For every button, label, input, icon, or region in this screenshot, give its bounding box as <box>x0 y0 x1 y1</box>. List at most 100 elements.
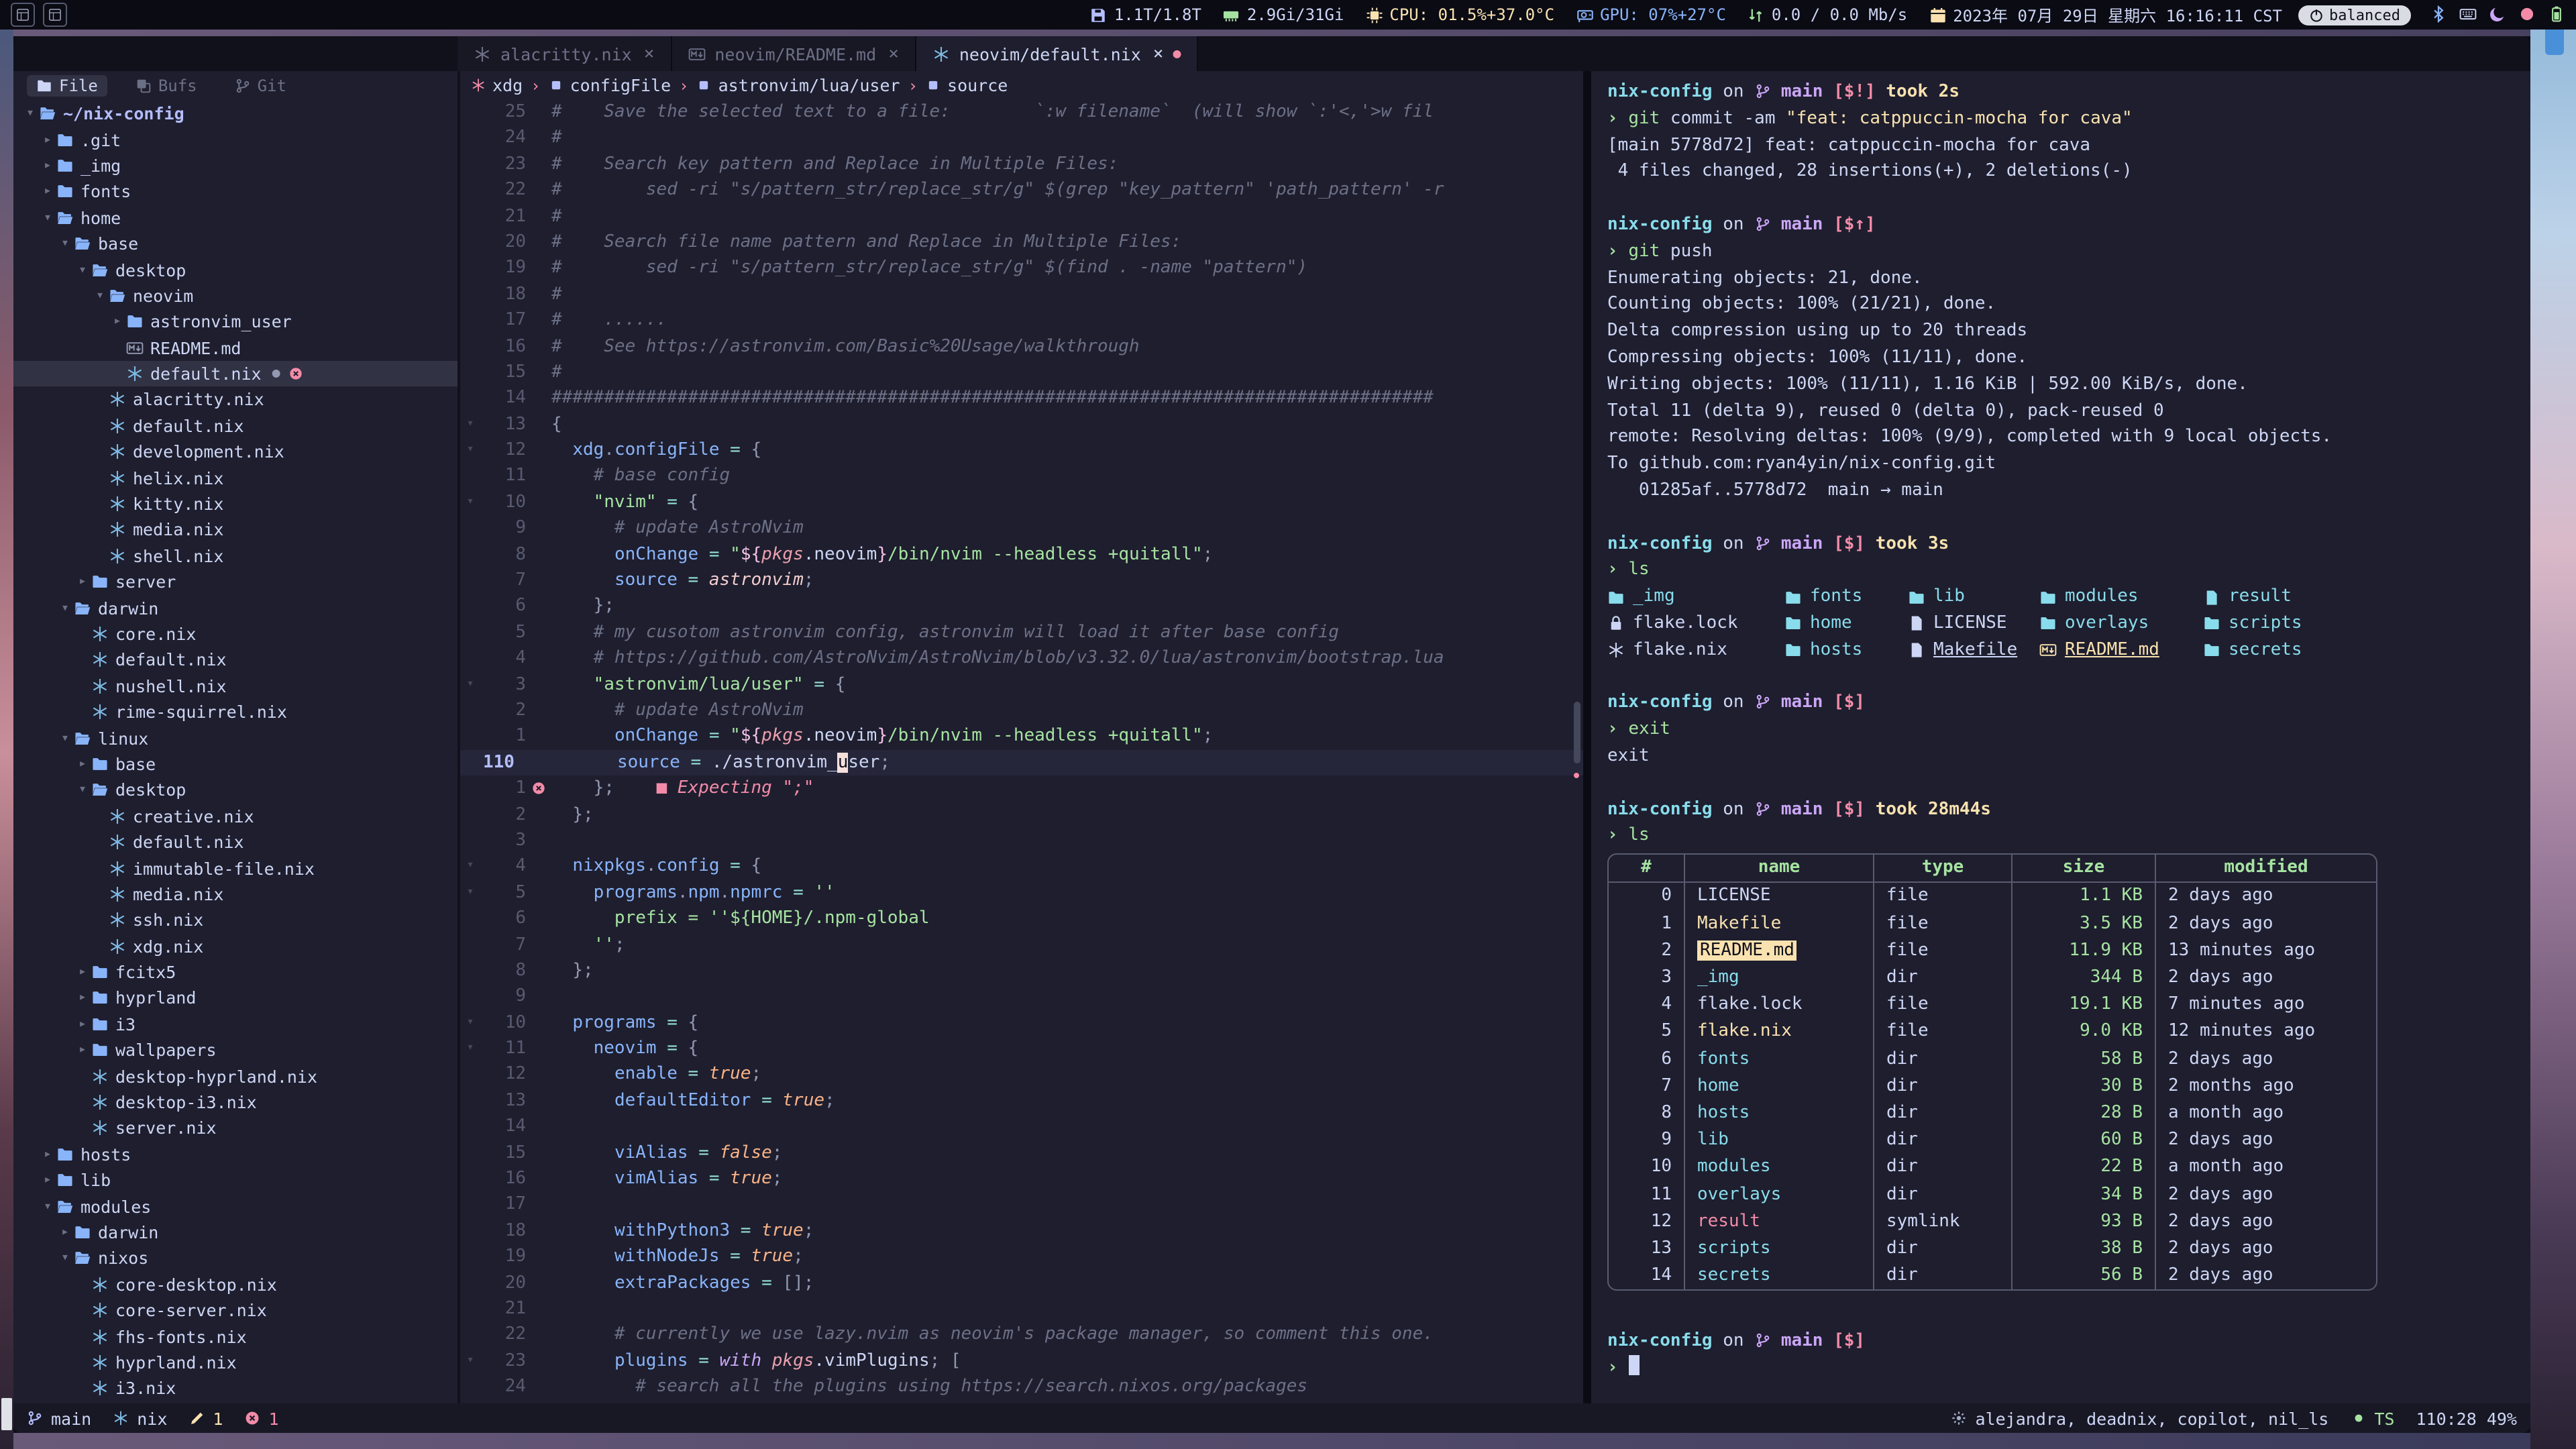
chevron-right-icon[interactable]: ▸ <box>39 1173 56 1187</box>
tree-item[interactable]: development.nix <box>13 439 458 465</box>
neotree-tab-file[interactable]: File <box>27 74 107 96</box>
breadcrumb-item[interactable]: astronvim/lua/user <box>697 75 900 95</box>
chevron-right-icon[interactable]: ▸ <box>74 574 91 589</box>
tree-item[interactable]: ▸darwin <box>13 1220 458 1246</box>
chevron-down-icon[interactable]: ▾ <box>56 236 74 251</box>
tree-item[interactable]: ▸i3 <box>13 1011 458 1037</box>
neotree-items[interactable]: ▾~/nix-config▸.git▸_img▸fonts▾home▾base▾… <box>13 99 458 1403</box>
chevron-down-icon[interactable]: ▾ <box>74 783 91 798</box>
chevron-right-icon[interactable]: ▸ <box>74 991 91 1006</box>
buffer-tab[interactable]: neovim/default.nix×● <box>916 36 1199 71</box>
fold-chevron-icon[interactable]: ▾ <box>460 1348 480 1375</box>
tree-item[interactable]: server.nix <box>13 1115 458 1141</box>
tree-item[interactable]: README.md <box>13 335 458 361</box>
tree-item[interactable]: ▾desktop <box>13 777 458 803</box>
tree-item[interactable]: default.nix <box>13 413 458 439</box>
tree-item[interactable]: ▸.git <box>13 127 458 153</box>
fold-chevron-icon[interactable]: ▾ <box>460 1010 480 1036</box>
tree-item[interactable]: ▾neovim <box>13 282 458 309</box>
tree-item[interactable]: core-server.nix <box>13 1297 458 1324</box>
chevron-down-icon[interactable]: ▾ <box>21 106 39 121</box>
tree-item[interactable]: ▾modules <box>13 1193 458 1220</box>
tree-item[interactable]: default.nix <box>13 829 458 855</box>
chevron-down-icon[interactable]: ▾ <box>74 262 91 277</box>
fold-chevron-icon[interactable]: ▾ <box>460 490 480 516</box>
fold-chevron-icon[interactable]: ▾ <box>460 854 480 880</box>
fold-chevron-icon[interactable]: ▾ <box>460 672 480 698</box>
tree-item[interactable]: ▸fcitx5 <box>13 959 458 985</box>
tree-item[interactable]: ▸hosts <box>13 1141 458 1167</box>
tree-item[interactable]: rime-squirrel.nix <box>13 699 458 725</box>
fold-chevron-icon[interactable]: ▾ <box>460 879 480 906</box>
chevron-right-icon[interactable]: ▸ <box>39 184 56 199</box>
tree-item[interactable]: ▾home <box>13 205 458 231</box>
tree-item[interactable]: i3.nix <box>13 1375 458 1401</box>
tree-item[interactable]: ▸astronvim_user <box>13 309 458 335</box>
chevron-down-icon[interactable]: ▾ <box>39 211 56 225</box>
tree-item[interactable]: core.nix <box>13 621 458 647</box>
tree-item[interactable]: ▾desktop <box>13 257 458 283</box>
close-icon[interactable]: × <box>1153 44 1164 64</box>
tree-item[interactable]: ssh.nix <box>13 907 458 933</box>
tree-item[interactable]: desktop-i3.nix <box>13 1089 458 1116</box>
chevron-right-icon[interactable]: ▸ <box>39 1147 56 1162</box>
tree-item[interactable]: nushell.nix <box>13 673 458 699</box>
tree-item[interactable]: kitty.nix <box>13 491 458 517</box>
tree-item[interactable]: default.nix● <box>13 361 458 387</box>
chevron-right-icon[interactable]: ▸ <box>74 757 91 771</box>
chevron-down-icon[interactable]: ▾ <box>91 288 109 303</box>
tree-item[interactable]: hyprland.nix <box>13 1350 458 1376</box>
tree-item[interactable]: ▸_img <box>13 153 458 179</box>
workspace-icon[interactable] <box>11 3 35 27</box>
scrollbar-handle[interactable] <box>1574 702 1580 763</box>
close-icon[interactable]: × <box>644 44 655 64</box>
fold-chevron-icon[interactable]: ▾ <box>460 1036 480 1062</box>
breadcrumb-item[interactable]: xdg <box>471 75 523 95</box>
tree-item[interactable]: ▸server <box>13 569 458 595</box>
chevron-down-icon[interactable]: ▾ <box>56 731 74 745</box>
tree-item[interactable]: xdg.nix <box>13 933 458 959</box>
tree-item[interactable]: desktop-hyprland.nix <box>13 1063 458 1089</box>
fold-chevron-icon[interactable]: ▾ <box>460 411 480 437</box>
circle-indicator[interactable] <box>2518 5 2536 25</box>
tree-item[interactable]: immutable-file.nix <box>13 855 458 881</box>
chevron-down-icon[interactable]: ▾ <box>56 600 74 615</box>
chevron-right-icon[interactable]: ▸ <box>74 965 91 979</box>
tree-item[interactable]: media.nix <box>13 517 458 543</box>
tree-item[interactable]: ▾nixos <box>13 1245 458 1271</box>
tree-item[interactable]: fhs-fonts.nix <box>13 1324 458 1350</box>
neotree-tab-bufs[interactable]: Bufs <box>126 74 207 96</box>
tree-item[interactable]: ▸base <box>13 751 458 777</box>
tree-item[interactable]: ▾~/nix-config <box>13 101 458 127</box>
keyboard-indicator[interactable] <box>2459 5 2477 25</box>
tree-item[interactable]: ▸hyprland <box>13 985 458 1012</box>
fold-chevron-icon[interactable]: ▾ <box>460 437 480 464</box>
battery-indicator[interactable] <box>2548 5 2565 25</box>
workspace-icon[interactable] <box>43 3 67 27</box>
buffer-tab[interactable]: neovim/README.md× <box>672 36 916 71</box>
close-icon[interactable]: × <box>888 44 899 64</box>
bluetooth-indicator[interactable] <box>2430 5 2447 25</box>
editor-content[interactable]: 25# Save the selected text to a file: `:… <box>460 99 1583 1403</box>
chevron-down-icon[interactable]: ▾ <box>56 1251 74 1266</box>
tree-item[interactable]: alacritty.nix <box>13 387 458 413</box>
tree-item[interactable]: core-desktop.nix <box>13 1271 458 1297</box>
tree-item[interactable]: ▸lib <box>13 1167 458 1193</box>
tree-item[interactable]: default.nix <box>13 647 458 673</box>
tree-item[interactable]: media.nix <box>13 881 458 907</box>
breadcrumb-item[interactable]: configFile <box>549 75 672 95</box>
chevron-down-icon[interactable]: ▾ <box>39 1199 56 1214</box>
chevron-right-icon[interactable]: ▸ <box>39 158 56 173</box>
buffer-tab[interactable]: alacritty.nix× <box>458 36 672 71</box>
editor-pane[interactable]: xdg›configFile›astronvim/lua/user›source… <box>460 71 1583 1403</box>
breadcrumb-item[interactable]: source <box>926 75 1008 95</box>
power-profile-pill[interactable]: balanced <box>2298 5 2411 25</box>
tree-item[interactable]: ▾darwin <box>13 595 458 621</box>
chevron-right-icon[interactable]: ▸ <box>56 1225 74 1240</box>
chevron-right-icon[interactable]: ▸ <box>74 1017 91 1032</box>
tree-item[interactable]: shell.nix <box>13 543 458 569</box>
tree-item[interactable]: helix.nix <box>13 465 458 491</box>
moon-indicator[interactable] <box>2489 5 2506 25</box>
chevron-right-icon[interactable]: ▸ <box>74 1043 91 1058</box>
chevron-right-icon[interactable]: ▸ <box>109 315 126 329</box>
